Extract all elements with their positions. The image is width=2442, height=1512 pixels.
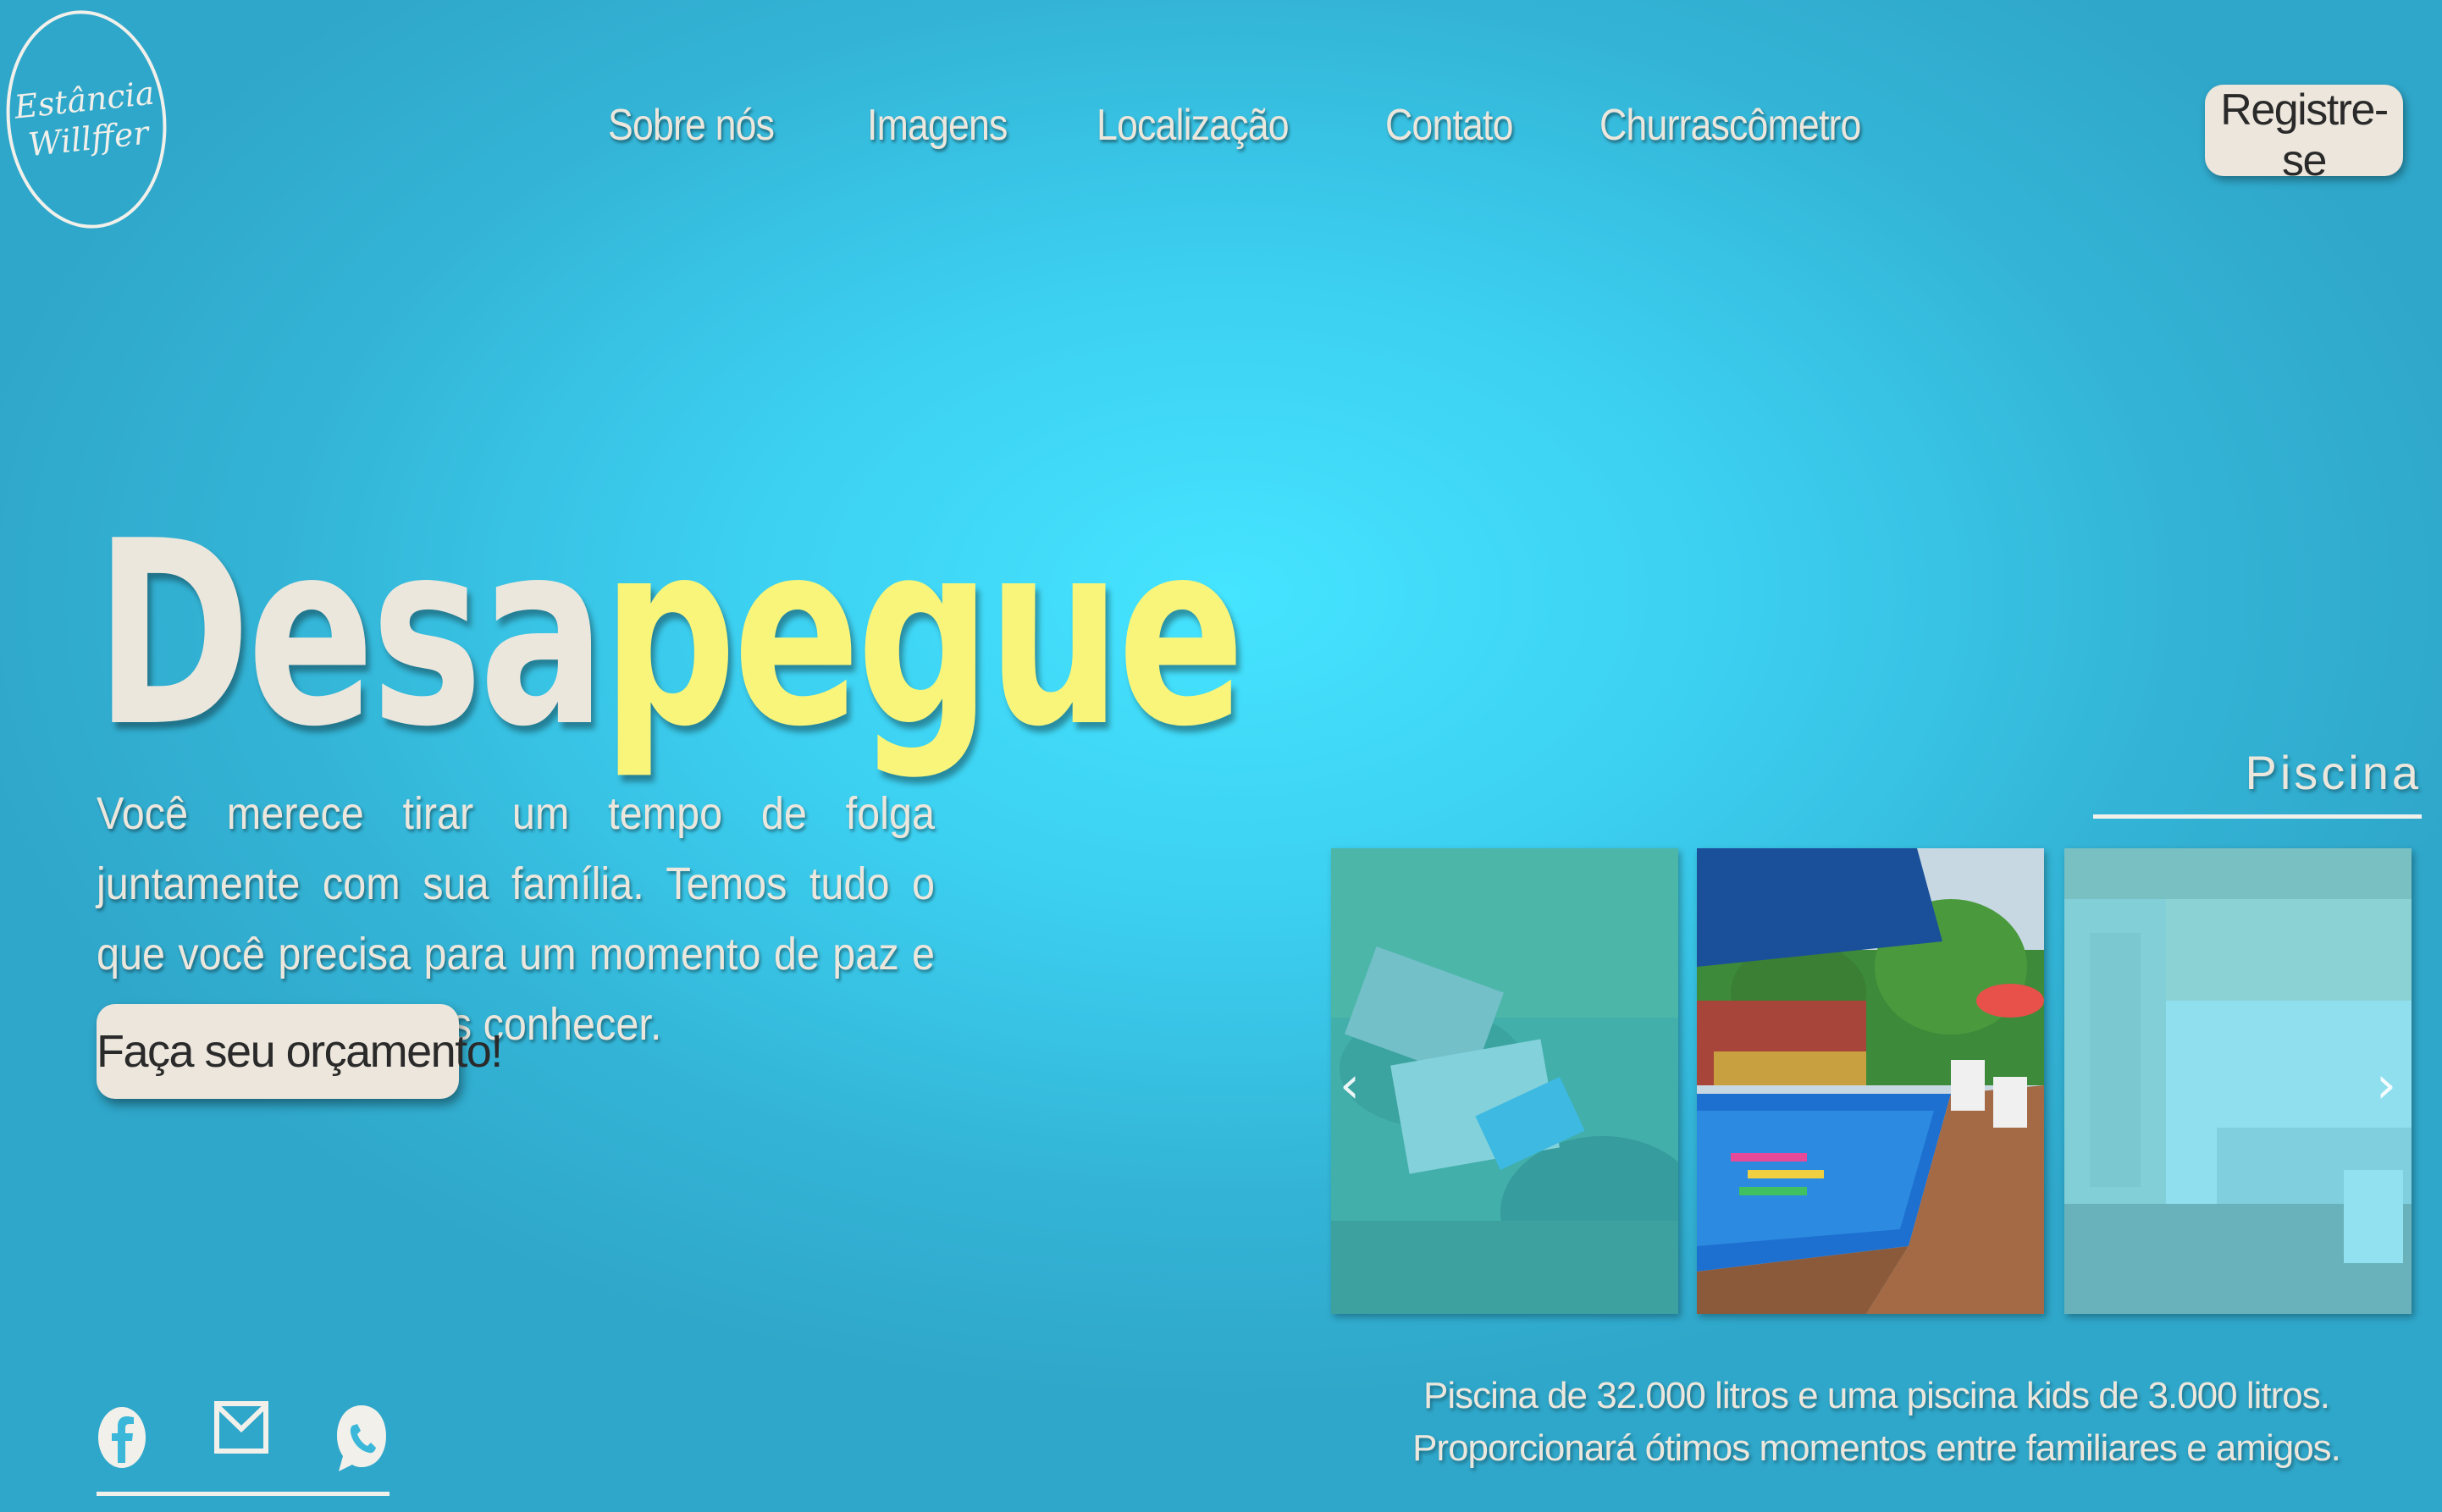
whatsapp-icon[interactable] <box>334 1402 390 1479</box>
nav-item-sobre-nos[interactable]: Sobre nós <box>608 100 775 151</box>
register-button[interactable]: Registre-se <box>2205 85 2403 185</box>
carousel-next-arrow[interactable]: › <box>2376 1060 2396 1111</box>
gallery-caption-line-1: Piscina de 32.000 litros e uma piscina k… <box>1423 1375 2330 1416</box>
gallery-caption: Piscina de 32.000 litros e uma piscina k… <box>1331 1370 2422 1475</box>
nav-item-contato[interactable]: Contato <box>1385 100 1513 151</box>
main-nav: Sobre nós Imagens Localização Contato Ch… <box>608 100 1903 151</box>
mail-icon[interactable] <box>213 1397 269 1462</box>
gallery-label-underline <box>2093 814 2422 819</box>
gallery-caption-line-2: Proporcionará ótimos momentos entre fami… <box>1412 1427 2341 1469</box>
hero-title: Desapegue <box>95 508 1245 762</box>
gallery-label: Piscina <box>2245 746 2422 799</box>
facebook-icon[interactable] <box>97 1404 147 1476</box>
hero-title-part-1: Desa <box>95 487 605 782</box>
nav-item-localizacao[interactable]: Localização <box>1097 100 1290 151</box>
nav-item-churrascometro[interactable]: Churrascômetro <box>1599 100 1861 151</box>
quote-button[interactable]: Faça seu orçamento! <box>97 1004 503 1099</box>
carousel-image-kitchen[interactable] <box>2064 848 2412 1314</box>
carousel-image-aerial[interactable] <box>1331 848 1678 1314</box>
social-underline <box>97 1492 390 1496</box>
hero-title-part-2: pegue <box>602 487 1245 782</box>
nav-item-imagens[interactable]: Imagens <box>867 100 1008 151</box>
carousel-image-pool[interactable] <box>1697 848 2044 1314</box>
carousel-prev-arrow[interactable]: ‹ <box>1340 1060 1360 1111</box>
logo[interactable]: Estância Willffer <box>0 2 177 237</box>
logo-ring: Estância Willffer <box>0 2 177 237</box>
